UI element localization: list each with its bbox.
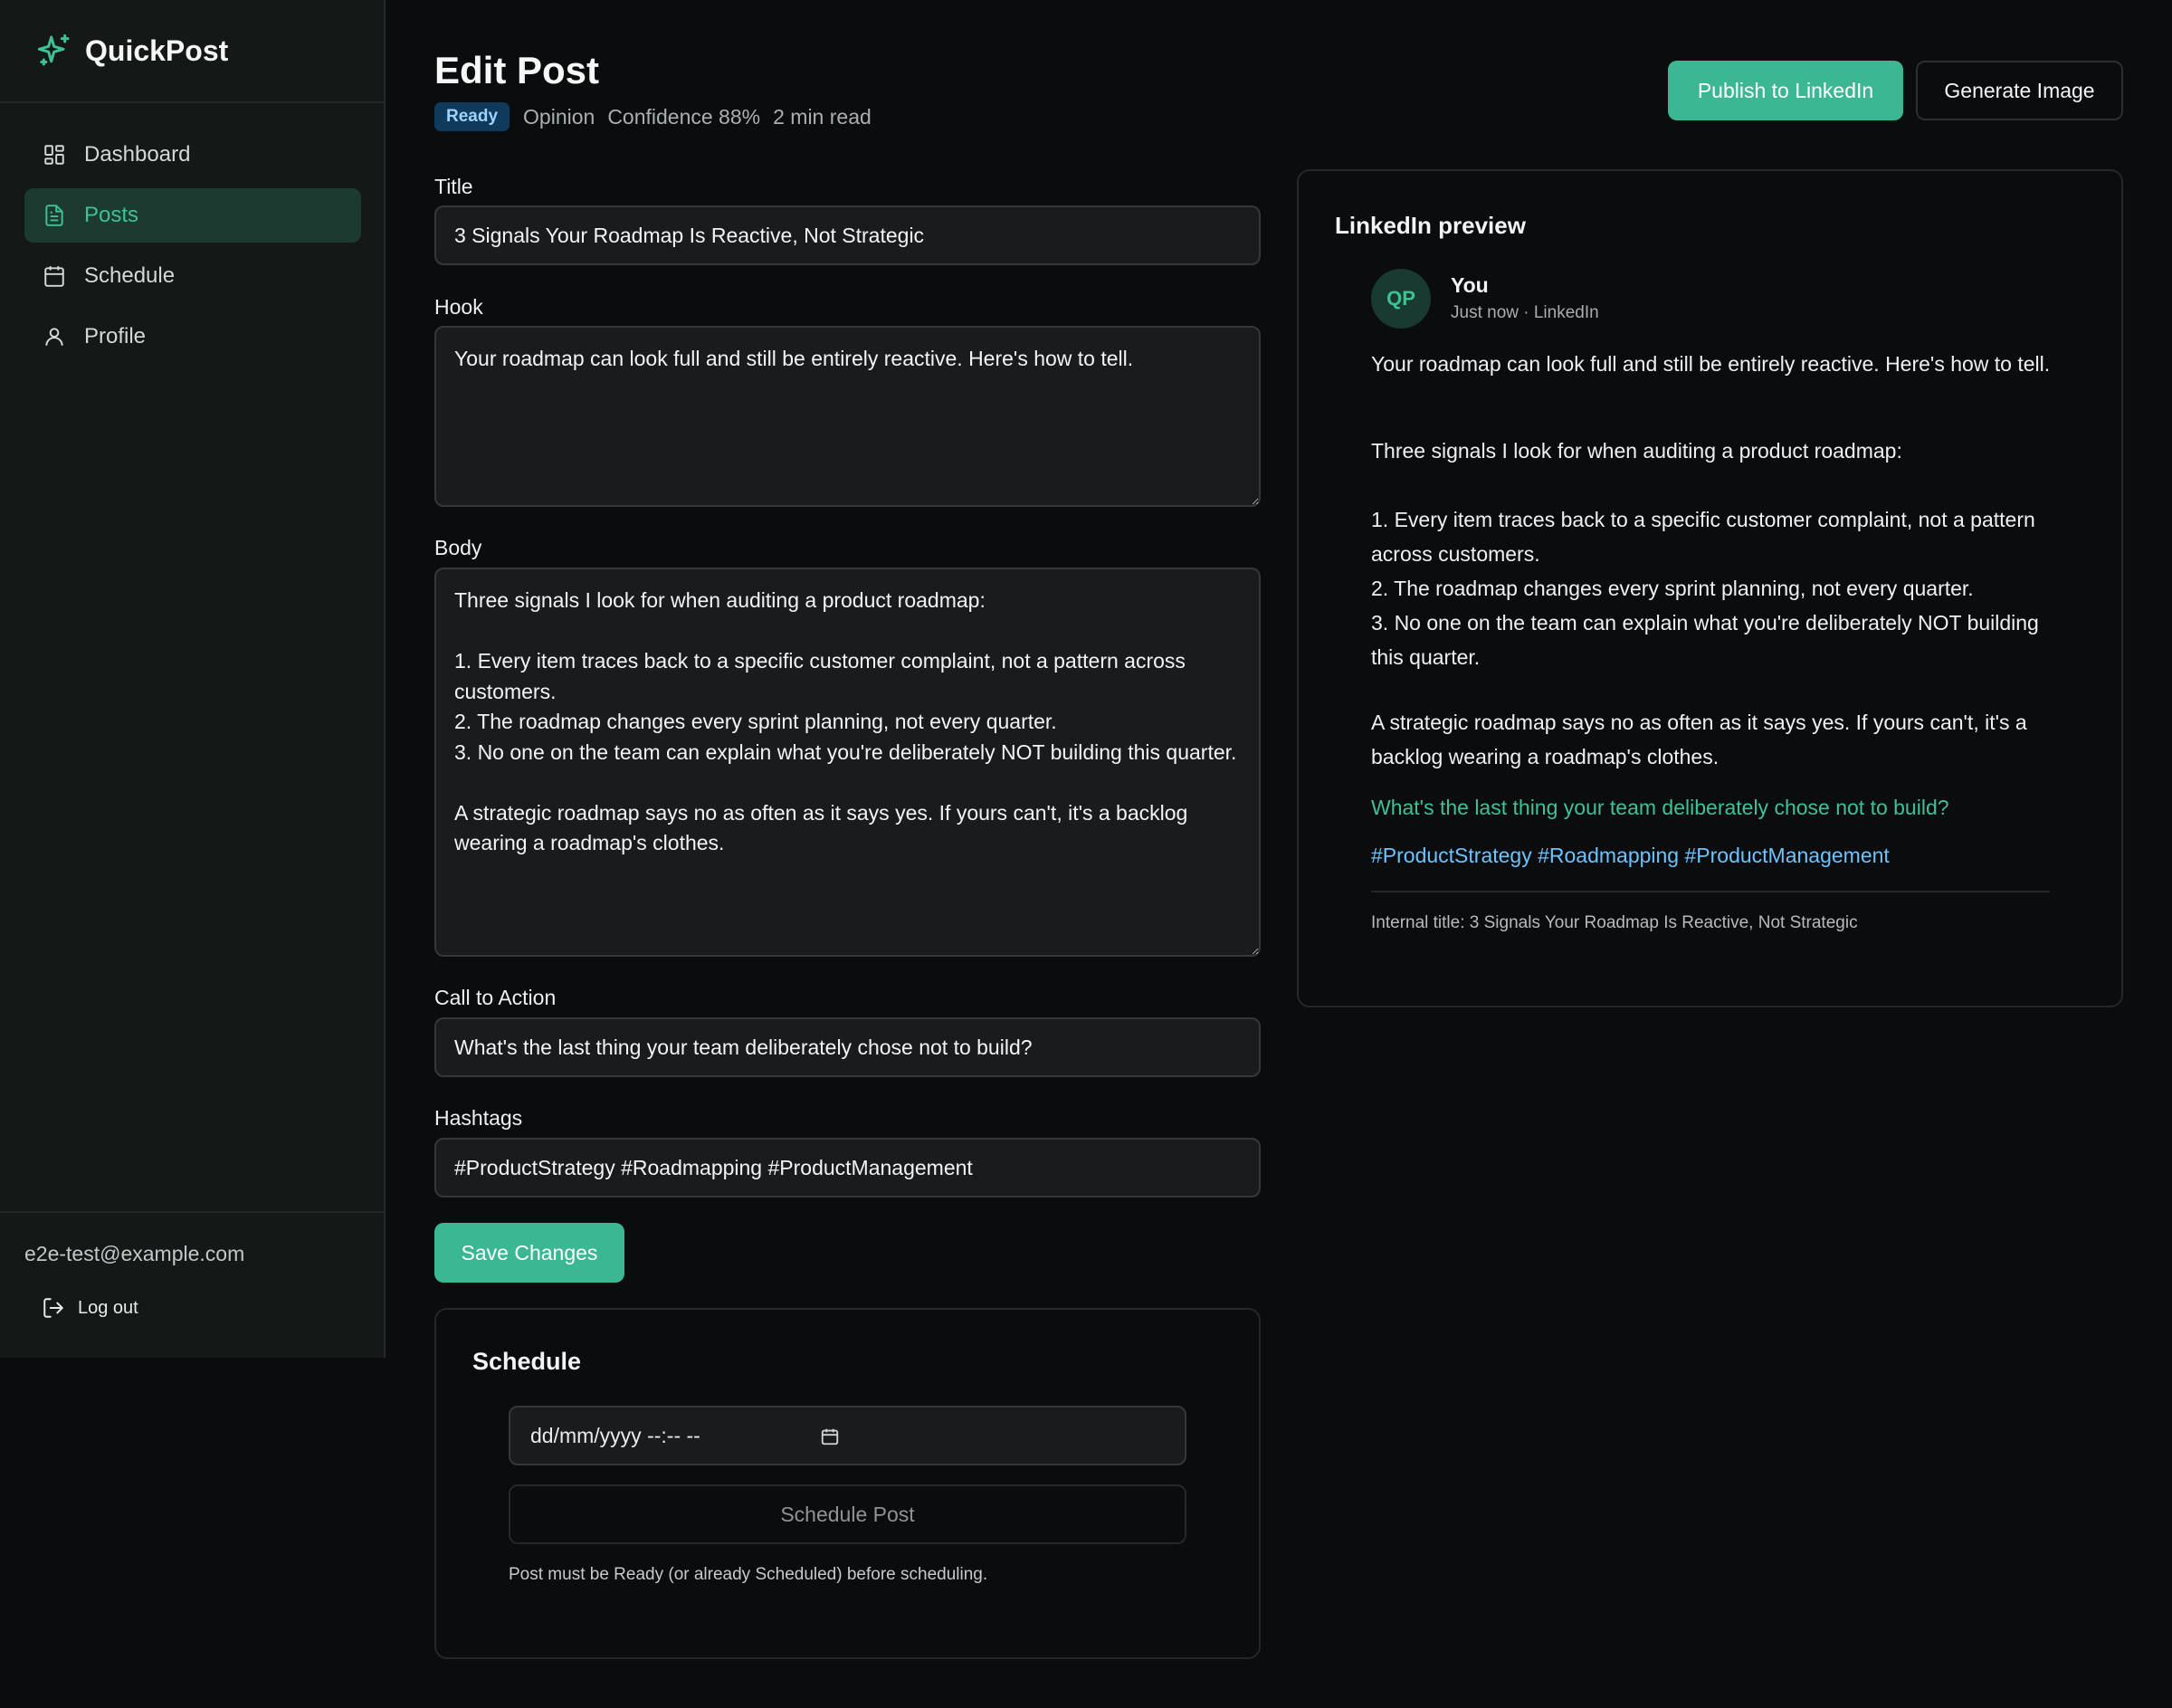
body-label: Body [434,536,482,559]
generate-image-button[interactable]: Generate Image [1916,61,2123,120]
hook-label: Hook [434,295,483,319]
save-changes-button[interactable]: Save Changes [434,1223,624,1283]
post-read-time: 2 min read [773,104,872,129]
sidebar-item-dashboard[interactable]: Dashboard [24,128,361,182]
avatar: QP [1371,269,1431,329]
sidebar: QuickPost Dashboard Posts Schedule Profi… [0,0,386,1358]
preview-heading: LinkedIn preview [1335,212,1526,239]
sidebar-item-schedule[interactable]: Schedule [24,249,361,303]
publish-linkedin-button[interactable]: Publish to LinkedIn [1668,61,1903,120]
sidebar-footer: e2e-test@example.com Log out [0,1211,384,1358]
preview-body-intro: Three signals I look for when auditing a… [1371,439,1902,463]
logout-button[interactable]: Log out [42,1296,138,1320]
sidebar-item-label: Dashboard [84,142,191,167]
brand[interactable]: QuickPost [0,0,384,103]
title-label: Title [434,175,473,198]
app-root: QuickPost Dashboard Posts Schedule Profi… [0,0,2172,1708]
calendar-picker-icon[interactable] [820,1427,840,1446]
dashboard-icon [44,145,64,165]
post-category: Opinion [523,104,595,129]
author-meta: Just now · LinkedIn [1451,303,1599,322]
sidebar-item-profile[interactable]: Profile [24,310,361,364]
preview-body-outro: A strategic roadmap says no as often as … [1371,711,2034,768]
status-badge: Ready [434,102,510,131]
schedule-datetime-input[interactable]: dd/mm/yyyy --:-- -- [509,1406,1186,1465]
preview-hook: Your roadmap can look full and still be … [1371,352,2051,376]
preview-divider [1371,891,2050,892]
cta-input[interactable] [434,1017,1261,1077]
user-icon [45,328,63,346]
calendar-icon [44,266,64,287]
sparkles-icon [37,33,70,66]
logout-label: Log out [78,1297,138,1318]
datetime-placeholder: dd/mm/yyyy --:-- -- [530,1423,700,1447]
hashtags-label: Hashtags [434,1106,523,1130]
body-textarea[interactable]: Three signals I look for when auditing a… [434,568,1261,957]
brand-name: QuickPost [85,33,229,67]
sidebar-item-label: Schedule [84,263,176,288]
cta-label: Call to Action [434,986,557,1009]
hook-textarea[interactable]: Your roadmap can look full and still be … [434,326,1261,507]
logout-icon [43,1298,63,1318]
preview-internal-title: Internal title: 3 Signals Your Roadmap I… [1371,913,1858,932]
preview-hashtags: #ProductStrategy #Roadmapping #ProductMa… [1371,844,1890,867]
page-title: Edit Post [434,49,600,91]
sidebar-item-label: Profile [84,324,147,348]
hashtags-input[interactable] [434,1138,1261,1198]
sidebar-item-label: Posts [84,203,139,227]
schedule-card: Schedule dd/mm/yyyy --:-- -- Schedule Po… [434,1308,1261,1659]
linkedin-preview-card: LinkedIn preview QP You Just now · Linke… [1297,169,2123,1007]
file-text-icon [45,205,63,226]
post-meta: Ready Opinion Confidence 88% 2 min read [434,102,884,131]
preview-cta: What's the last thing your team delibera… [1371,796,1949,819]
sidebar-nav: Dashboard Posts Schedule Profile [24,128,361,370]
user-email: e2e-test@example.com [24,1242,245,1265]
sidebar-item-posts[interactable]: Posts [24,188,361,243]
post-confidence: Confidence 88% [607,104,761,129]
author-name: You [1451,273,1489,297]
schedule-title: Schedule [472,1348,582,1375]
preview-body-list: 1. Every item traces back to a specific … [1371,508,2039,669]
schedule-note: Post must be Ready (or already Scheduled… [509,1565,988,1584]
schedule-post-button[interactable]: Schedule Post [509,1484,1186,1544]
title-input[interactable] [434,205,1261,265]
